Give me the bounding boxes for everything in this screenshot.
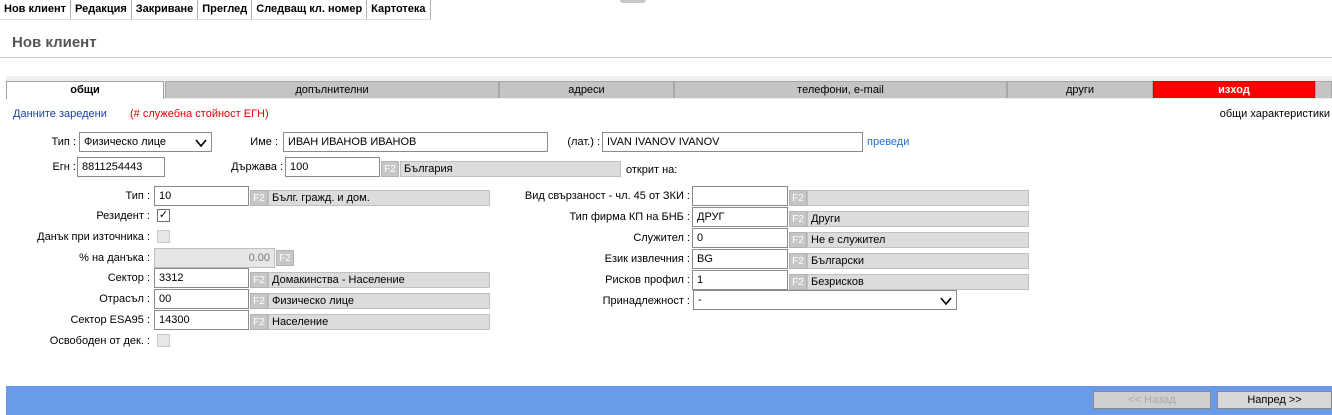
employee-f2-button[interactable]: F2 bbox=[789, 232, 807, 248]
tab-phones-email[interactable]: телефони, e-mail bbox=[674, 81, 1007, 98]
latin-name-label: (лат.) : bbox=[567, 136, 600, 148]
affiliation-select[interactable]: - bbox=[693, 290, 957, 310]
tax-percent-label: % на данъка : bbox=[79, 252, 150, 264]
declaration-exempt-checkbox[interactable] bbox=[157, 334, 170, 347]
egn-label: Егн : bbox=[52, 161, 76, 173]
client-type-select[interactable]: Физическо лице bbox=[79, 132, 212, 152]
statement-language-desc: Български bbox=[807, 253, 1029, 269]
category-type-f2-button[interactable]: F2 bbox=[250, 190, 268, 206]
risk-profile-label: Рисков профил : bbox=[605, 274, 690, 286]
chevron-down-icon bbox=[195, 136, 207, 154]
country-f2-button[interactable]: F2 bbox=[381, 161, 399, 177]
affiliation-value: - bbox=[698, 294, 702, 306]
branch-desc: Физическо лице bbox=[268, 293, 490, 309]
chevron-down-icon bbox=[940, 294, 952, 312]
name-label: Име : bbox=[250, 136, 278, 148]
tab-exit[interactable]: изход bbox=[1153, 81, 1315, 98]
country-name: България bbox=[400, 161, 621, 177]
esa-sector-input[interactable]: 14300 bbox=[154, 310, 249, 330]
tab-general[interactable]: общи bbox=[6, 81, 164, 100]
menu-new-client[interactable]: Нов клиент bbox=[0, 0, 72, 20]
tax-percent-f2-button[interactable]: F2 bbox=[276, 250, 294, 266]
risk-profile-input[interactable]: 1 bbox=[692, 270, 788, 290]
esa-sector-label: Сектор ESA95 : bbox=[70, 314, 150, 326]
employee-desc: Не е служител bbox=[807, 232, 1029, 248]
client-type-value: Физическо лице bbox=[84, 136, 167, 148]
relation-type-f2-button[interactable]: F2 bbox=[789, 190, 807, 206]
category-type-label: Тип : bbox=[125, 190, 150, 202]
tab-addresses[interactable]: адреси bbox=[499, 81, 674, 98]
branch-input[interactable]: 00 bbox=[154, 289, 249, 309]
sector-input[interactable]: 3312 bbox=[154, 268, 249, 288]
esa-sector-desc: Население bbox=[268, 314, 490, 330]
status-note: (# служебна стойност ЕГН) bbox=[130, 108, 269, 120]
country-code-input[interactable]: 100 bbox=[285, 157, 380, 177]
affiliation-label: Принадлежност : bbox=[602, 295, 690, 307]
menu-close[interactable]: Закриване bbox=[131, 0, 199, 20]
firm-type-input[interactable]: ДРУГ bbox=[692, 207, 788, 227]
country-label: Държава : bbox=[231, 161, 283, 173]
opened-on-label: открит на: bbox=[626, 164, 678, 176]
employee-input[interactable]: 0 bbox=[692, 228, 788, 248]
statement-language-f2-button[interactable]: F2 bbox=[789, 253, 807, 269]
risk-profile-desc: Безрисков bbox=[807, 274, 1029, 290]
menu-edit[interactable]: Редакция bbox=[71, 0, 132, 20]
relation-type-input[interactable] bbox=[692, 186, 788, 206]
menu-next-client-number[interactable]: Следващ кл. номер bbox=[252, 0, 368, 20]
declaration-exempt-label: Освободен от дек. : bbox=[49, 335, 150, 347]
withholding-tax-label: Данък при източника : bbox=[37, 231, 150, 243]
firm-type-label: Тип фирма КП на БНБ : bbox=[569, 211, 690, 223]
menu-view[interactable]: Преглед bbox=[198, 0, 253, 20]
employee-label: Служител : bbox=[633, 232, 690, 244]
firm-type-desc: Други bbox=[807, 211, 1029, 227]
branch-label: Отрасъл : bbox=[99, 293, 150, 305]
esa-sector-f2-button[interactable]: F2 bbox=[250, 314, 268, 330]
risk-profile-f2-button[interactable]: F2 bbox=[789, 274, 807, 290]
egn-input[interactable]: 8811254443 bbox=[77, 157, 165, 177]
tax-percent-input[interactable]: 0.00 bbox=[154, 248, 275, 268]
status-loaded: Данните заредени bbox=[13, 108, 107, 120]
tab-filler bbox=[1315, 81, 1332, 98]
type-label: Тип : bbox=[51, 136, 76, 148]
window-top-mark bbox=[620, 0, 646, 3]
menu-card-file[interactable]: Картотека bbox=[367, 0, 431, 20]
branch-f2-button[interactable]: F2 bbox=[250, 293, 268, 309]
tab-other[interactable]: други bbox=[1007, 81, 1153, 98]
sector-desc: Домакинства - Население bbox=[268, 272, 490, 288]
category-type-input[interactable]: 10 bbox=[154, 186, 249, 206]
title-divider bbox=[0, 57, 1332, 58]
withholding-tax-checkbox[interactable] bbox=[157, 230, 170, 243]
resident-checkbox[interactable]: ✓ bbox=[157, 209, 170, 222]
statement-language-label: Език извлечния : bbox=[604, 253, 690, 265]
category-type-desc: Бълг. гражд. и дом. bbox=[268, 190, 490, 206]
menu-bar: Нов клиент Редакция Закриване Преглед Сл… bbox=[0, 0, 431, 20]
tab-strip: общи допълнителни адреси телефони, e-mai… bbox=[6, 81, 1332, 100]
statement-language-input[interactable]: BG bbox=[692, 249, 788, 269]
relation-type-desc bbox=[807, 190, 1029, 206]
next-button[interactable]: Напред >> bbox=[1217, 391, 1332, 409]
page-title: Нов клиент bbox=[12, 34, 97, 51]
resident-label: Резидент : bbox=[96, 210, 150, 222]
sector-label: Сектор : bbox=[107, 272, 150, 284]
section-title: общи характеристики bbox=[1219, 108, 1330, 120]
tab-additional[interactable]: допълнителни bbox=[165, 81, 499, 98]
name-input[interactable]: ИВАН ИВАНОВ ИВАНОВ bbox=[283, 132, 548, 152]
firm-type-f2-button[interactable]: F2 bbox=[789, 211, 807, 227]
sector-f2-button[interactable]: F2 bbox=[250, 272, 268, 288]
back-button[interactable]: << Назад bbox=[1093, 391, 1211, 409]
translate-link[interactable]: преведи bbox=[867, 136, 909, 148]
relation-type-label: Вид свързаност - чл. 45 от ЗКИ : bbox=[524, 190, 690, 202]
latin-name-input[interactable]: IVAN IVANOV IVANOV bbox=[602, 132, 863, 152]
